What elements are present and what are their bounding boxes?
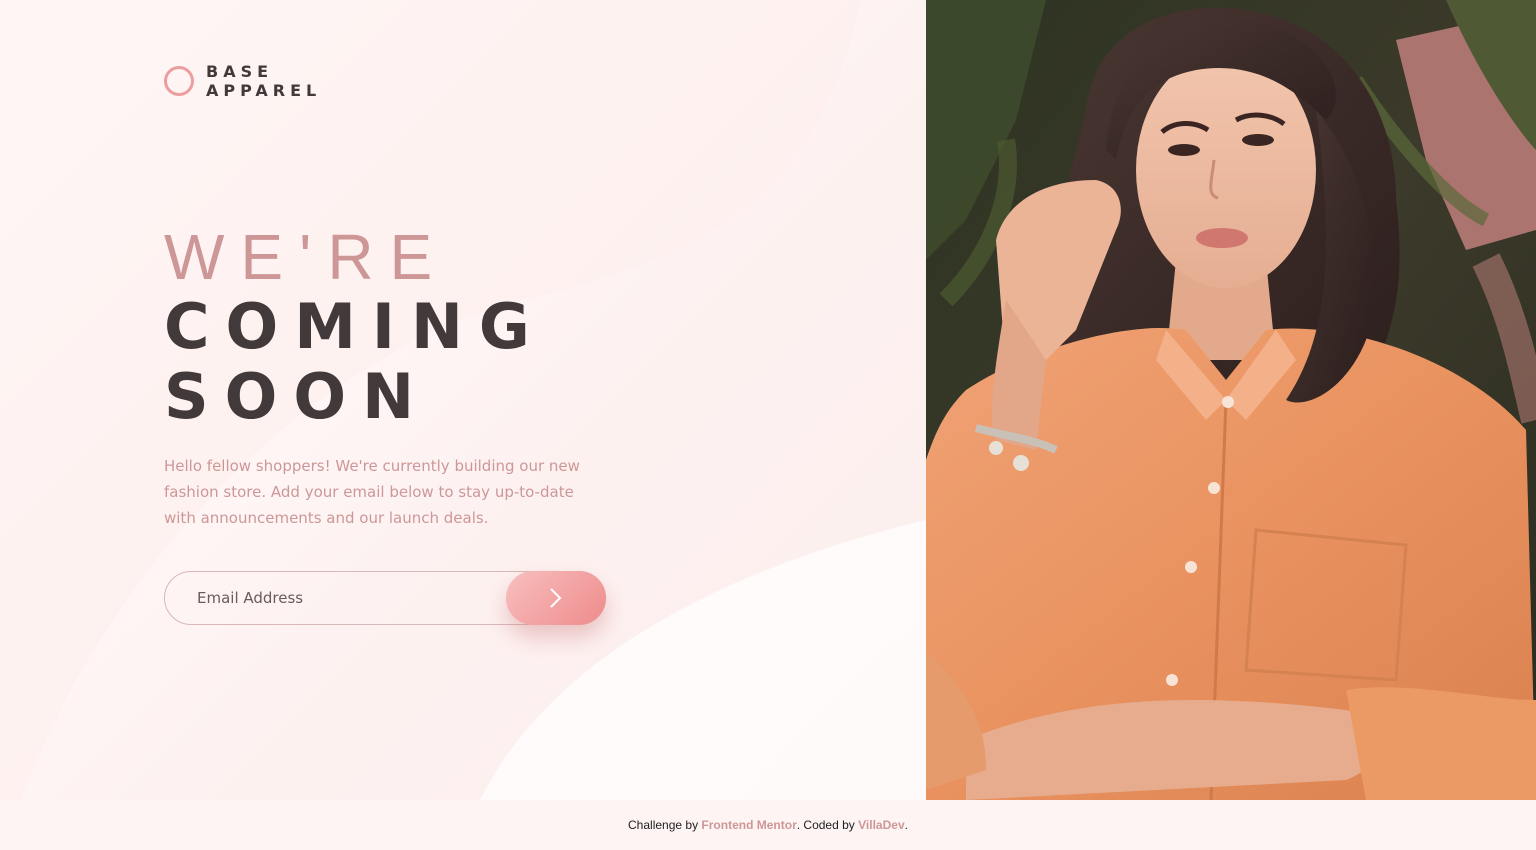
logo-text: BASE APPAREL: [206, 62, 321, 100]
submit-button[interactable]: [506, 571, 606, 625]
hero-photo: [926, 0, 1536, 800]
title-line-2: COMING: [164, 290, 546, 363]
chevron-right-icon: [550, 588, 562, 608]
logo-line-1: BASE: [206, 62, 274, 81]
left-panel: BASE APPAREL WE'RE COMING SOON Hello fel…: [0, 0, 926, 800]
logo[interactable]: BASE APPAREL: [164, 62, 321, 100]
title-line-1: WE'RE: [164, 221, 449, 293]
woman-photo-image: [926, 0, 1536, 800]
title-line-3: SOON: [164, 360, 430, 433]
author-link[interactable]: VillaDev: [858, 818, 904, 832]
logo-line-2: APPAREL: [206, 81, 322, 100]
page-title: WE'RE COMING SOON: [164, 222, 546, 432]
footer-prefix: Challenge by: [628, 818, 699, 832]
footer-middle: . Coded by: [796, 818, 855, 832]
page: BASE APPAREL WE'RE COMING SOON Hello fel…: [0, 0, 1536, 850]
footer: Challenge by Frontend Mentor. Coded by V…: [0, 800, 1536, 850]
logo-circle-icon: [164, 66, 194, 96]
frontend-mentor-link[interactable]: Frontend Mentor: [701, 818, 796, 832]
footer-suffix: .: [904, 818, 908, 832]
hero-description: Hello fellow shoppers! We're currently b…: [164, 457, 580, 527]
email-signup-form: [164, 571, 606, 625]
